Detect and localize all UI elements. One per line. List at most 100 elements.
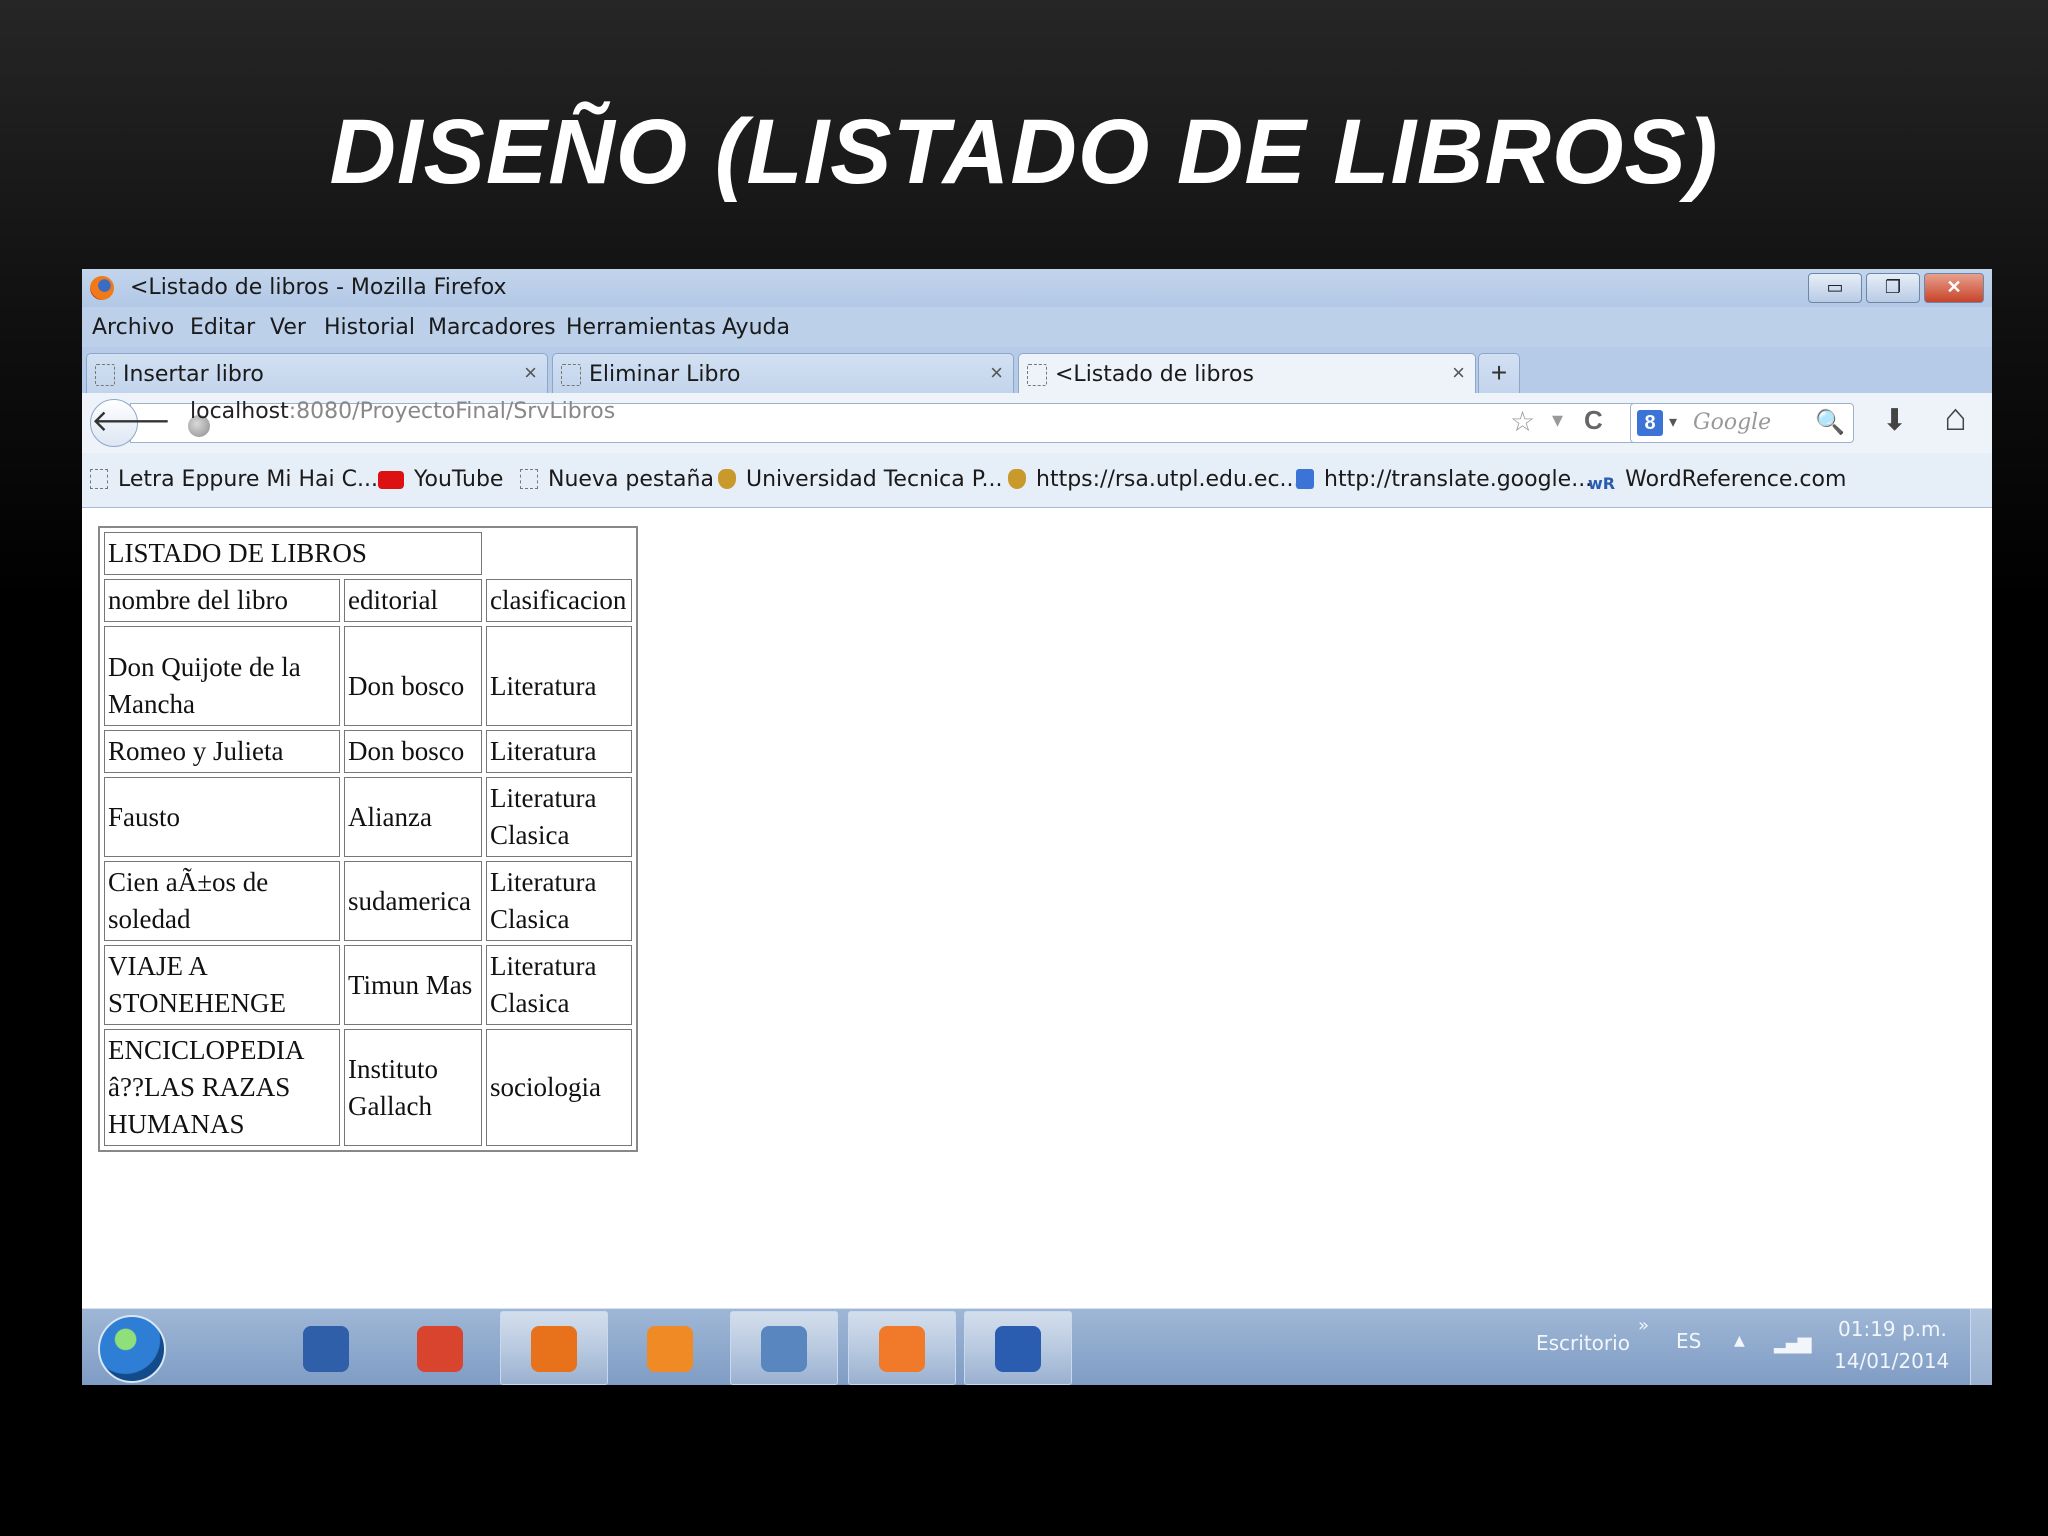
- tray-expand-icon[interactable]: ▲: [1734, 1333, 1745, 1349]
- bookmark-label: Universidad Tecnica P...: [746, 467, 1003, 492]
- taskbar-app[interactable]: [386, 1311, 494, 1385]
- bookmarks-bar: Letra Eppure Mi Hai C... YouTube Nueva p…: [82, 453, 1992, 508]
- table-cell: Romeo y Julieta: [104, 730, 340, 773]
- url-path: :8080/ProyectoFinal/SrvLibros: [288, 399, 616, 424]
- taskbar-app[interactable]: [500, 1311, 608, 1385]
- wordreference-icon: wR: [1588, 474, 1616, 493]
- show-desktop-button[interactable]: [1970, 1309, 1992, 1385]
- crest-icon: [1008, 469, 1026, 489]
- firefox-logo-icon: [90, 276, 114, 300]
- search-icon[interactable]: 🔍: [1815, 408, 1845, 437]
- bookmark-label: https://rsa.utpl.edu.ec...: [1036, 467, 1301, 492]
- download-icon[interactable]: ⬇: [1882, 403, 1907, 438]
- tab-label: Insertar libro: [123, 362, 264, 387]
- table-cell: Literatura: [486, 626, 632, 726]
- minimize-button[interactable]: ▭: [1808, 273, 1862, 303]
- table-cell: Cien aÃ±os de soledad: [104, 861, 340, 941]
- tab-close-button[interactable]: ×: [524, 360, 537, 386]
- bookmark-letra-eppure[interactable]: Letra Eppure Mi Hai C...: [90, 467, 378, 492]
- table-row: ENCICLOPEDIA â??LAS RAZAS HUMANAS Instit…: [104, 1029, 632, 1146]
- chrome-icon: [417, 1326, 463, 1372]
- bookmark-label: http://translate.google...: [1324, 467, 1593, 492]
- bookmark-label: WordReference.com: [1625, 467, 1847, 492]
- bookmark-translate[interactable]: http://translate.google...: [1296, 467, 1592, 492]
- menu-ayuda[interactable]: Ayuda: [722, 315, 790, 340]
- table-cell: Fausto: [104, 777, 340, 857]
- bookmark-youtube[interactable]: YouTube: [378, 467, 503, 492]
- history-dropdown-icon[interactable]: ▾: [1552, 407, 1563, 433]
- tab-listado-de-libros[interactable]: <Listado de libros ×: [1018, 353, 1476, 394]
- table-row: Romeo y Julieta Don bosco Literatura: [104, 730, 632, 773]
- tab-eliminar-libro[interactable]: Eliminar Libro ×: [552, 353, 1014, 394]
- taskbar-app[interactable]: [964, 1311, 1072, 1385]
- clock-date[interactable]: 14/01/2014: [1834, 1349, 1949, 1373]
- table-cell: Literatura Clasica: [486, 861, 632, 941]
- youtube-icon: [378, 471, 404, 489]
- reload-icon[interactable]: C: [1584, 405, 1603, 436]
- messenger-icon: [303, 1326, 349, 1372]
- firefox-icon: [531, 1326, 577, 1372]
- books-table: LISTADO DE LIBROS nombre del libro edito…: [98, 526, 638, 1152]
- bookmark-star-icon[interactable]: ☆: [1510, 405, 1535, 438]
- restore-button[interactable]: ❐: [1866, 273, 1920, 303]
- home-icon[interactable]: ⌂: [1944, 397, 1967, 440]
- table-title: LISTADO DE LIBROS: [104, 532, 482, 575]
- tab-insertar-libro[interactable]: Insertar libro ×: [86, 353, 548, 394]
- bookmark-label: Letra Eppure Mi Hai C...: [118, 467, 378, 492]
- search-engine-dropdown-icon[interactable]: ▾: [1669, 412, 1677, 432]
- word-icon: [995, 1326, 1041, 1372]
- menu-bar: Archivo Editar Ver Historial Marcadores …: [82, 307, 1992, 347]
- network-signal-icon[interactable]: ▂▄▆: [1774, 1333, 1812, 1354]
- table-title-row: LISTADO DE LIBROS: [104, 532, 632, 575]
- back-button[interactable]: 🡐: [90, 399, 171, 447]
- bookmark-nueva-pestana[interactable]: Nueva pestaña: [520, 467, 714, 492]
- table-cell: Literatura Clasica: [486, 945, 632, 1025]
- slide-title: DISEÑO (LISTADO DE LIBROS): [329, 101, 1719, 203]
- menu-ver[interactable]: Ver: [270, 315, 306, 340]
- tab-label: <Listado de libros: [1055, 362, 1254, 387]
- taskbar-app[interactable]: [730, 1311, 838, 1385]
- close-window-button[interactable]: ✕: [1924, 273, 1984, 303]
- tab-label: Eliminar Libro: [589, 362, 741, 387]
- menu-historial[interactable]: Historial: [324, 315, 415, 340]
- table-cell: sudamerica: [344, 861, 482, 941]
- show-desktop-toolbar[interactable]: Escritorio: [1536, 1331, 1630, 1355]
- column-header: nombre del libro: [104, 579, 340, 622]
- page-icon: [520, 469, 538, 489]
- google-search-engine-icon[interactable]: 8: [1637, 410, 1663, 436]
- toolbar-chevron-icon[interactable]: »: [1638, 1315, 1649, 1336]
- table-cell: sociologia: [486, 1029, 632, 1146]
- bookmark-rsa-utpl[interactable]: https://rsa.utpl.edu.ec...: [1008, 467, 1301, 492]
- search-placeholder: Google: [1693, 410, 1772, 435]
- tab-close-button[interactable]: ×: [990, 360, 1003, 386]
- media-player-icon: [647, 1326, 693, 1372]
- window-title: <Listado de libros - Mozilla Firefox: [130, 275, 507, 300]
- table-row: Fausto Alianza Literatura Clasica: [104, 777, 632, 857]
- start-button[interactable]: [98, 1315, 166, 1383]
- taskbar-app[interactable]: [272, 1311, 380, 1385]
- new-tab-button[interactable]: +: [1478, 353, 1520, 394]
- page-icon: [561, 364, 581, 386]
- navigation-bar: 🡐 localhost:8080/ProyectoFinal/SrvLibros…: [82, 393, 1992, 453]
- table-row: Don Quijote de la Mancha Don bosco Liter…: [104, 626, 632, 726]
- clock-time[interactable]: 01:19 p.m.: [1838, 1317, 1947, 1341]
- bookmark-universidad[interactable]: Universidad Tecnica P...: [718, 467, 1003, 492]
- windows-taskbar: Escritorio » ES ▲ ▂▄▆ 01:19 p.m. 14/01/2…: [82, 1308, 1992, 1385]
- bookmark-wordreference[interactable]: wR WordReference.com: [1588, 467, 1846, 494]
- url-host: localhost: [190, 399, 289, 424]
- column-header: clasificacion: [486, 579, 632, 622]
- taskbar-app[interactable]: [616, 1311, 724, 1385]
- menu-herramientas[interactable]: Herramientas: [566, 315, 716, 340]
- table-cell: ENCICLOPEDIA â??LAS RAZAS HUMANAS: [104, 1029, 340, 1146]
- menu-archivo[interactable]: Archivo: [92, 315, 174, 340]
- menu-editar[interactable]: Editar: [190, 315, 255, 340]
- table-cell: Alianza: [344, 777, 482, 857]
- table-cell: Don Quijote de la Mancha: [104, 626, 340, 726]
- language-indicator[interactable]: ES: [1676, 1329, 1701, 1353]
- menu-marcadores[interactable]: Marcadores: [428, 315, 556, 340]
- xampp-icon: [879, 1326, 925, 1372]
- page-icon: [90, 469, 108, 489]
- tab-close-button[interactable]: ×: [1452, 360, 1465, 386]
- search-box[interactable]: 8 ▾ Google 🔍: [1630, 403, 1854, 443]
- taskbar-app[interactable]: [848, 1311, 956, 1385]
